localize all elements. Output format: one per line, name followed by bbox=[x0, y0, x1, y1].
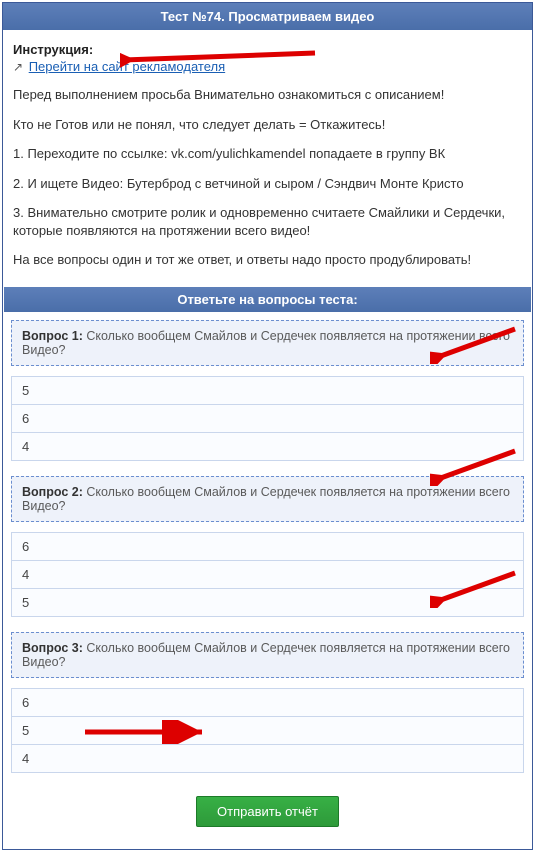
submit-button[interactable]: Отправить отчёт bbox=[196, 796, 339, 827]
answer-option[interactable]: 6 bbox=[11, 404, 524, 433]
question-3: Вопрос 3: Сколько вообщем Смайлов и Серд… bbox=[11, 632, 524, 678]
qa-header: Ответьте на вопросы теста: bbox=[4, 287, 531, 312]
answer-option[interactable]: 4 bbox=[11, 432, 524, 461]
question-text: Сколько вообщем Смайлов и Сердечек появл… bbox=[22, 329, 510, 357]
answer-option[interactable]: 6 bbox=[11, 688, 524, 717]
question-1: Вопрос 1: Сколько вообщем Смайлов и Серд… bbox=[11, 320, 524, 366]
instruction-label: Инструкция: bbox=[13, 42, 93, 57]
answer-option[interactable]: 4 bbox=[11, 560, 524, 589]
answers-1: 5 6 4 bbox=[11, 376, 524, 461]
advertiser-link[interactable]: Перейти на сайт рекламодателя bbox=[29, 59, 225, 74]
instruction-paragraph: 3. Внимательно смотрите ролик и одноврем… bbox=[13, 204, 522, 239]
answer-option[interactable]: 5 bbox=[11, 376, 524, 405]
external-link-icon: ↗ bbox=[13, 60, 23, 74]
panel-title: Тест №74. Просматриваем видео bbox=[3, 3, 532, 30]
instruction-text: Перед выполнением просьба Внимательно оз… bbox=[13, 86, 522, 269]
question-label: Вопрос 3: bbox=[22, 641, 83, 655]
question-2: Вопрос 2: Сколько вообщем Смайлов и Серд… bbox=[11, 476, 524, 522]
answer-option[interactable]: 5 bbox=[11, 716, 524, 745]
answer-option[interactable]: 5 bbox=[11, 588, 524, 617]
test-panel: Тест №74. Просматриваем видео Инструкция… bbox=[2, 2, 533, 850]
qa-area: Вопрос 1: Сколько вообщем Смайлов и Серд… bbox=[3, 312, 532, 849]
question-text: Сколько вообщем Смайлов и Сердечек появл… bbox=[22, 485, 510, 513]
question-text: Сколько вообщем Смайлов и Сердечек появл… bbox=[22, 641, 510, 669]
instruction-paragraph: Кто не Готов или не понял, что следует д… bbox=[13, 116, 522, 134]
instruction-block: Инструкция: ↗ Перейти на сайт рекламодат… bbox=[3, 30, 532, 287]
question-label: Вопрос 2: bbox=[22, 485, 83, 499]
answers-3: 6 5 4 bbox=[11, 688, 524, 773]
question-label: Вопрос 1: bbox=[22, 329, 83, 343]
instruction-paragraph: Перед выполнением просьба Внимательно оз… bbox=[13, 86, 522, 104]
answer-option[interactable]: 6 bbox=[11, 532, 524, 561]
instruction-paragraph: 1. Переходите по ссылке: vk.com/yulichka… bbox=[13, 145, 522, 163]
instruction-paragraph: 2. И ищете Видео: Бутерброд с ветчиной и… bbox=[13, 175, 522, 193]
answer-option[interactable]: 4 bbox=[11, 744, 524, 773]
answers-2: 6 4 5 bbox=[11, 532, 524, 617]
instruction-paragraph: На все вопросы один и тот же ответ, и от… bbox=[13, 251, 522, 269]
